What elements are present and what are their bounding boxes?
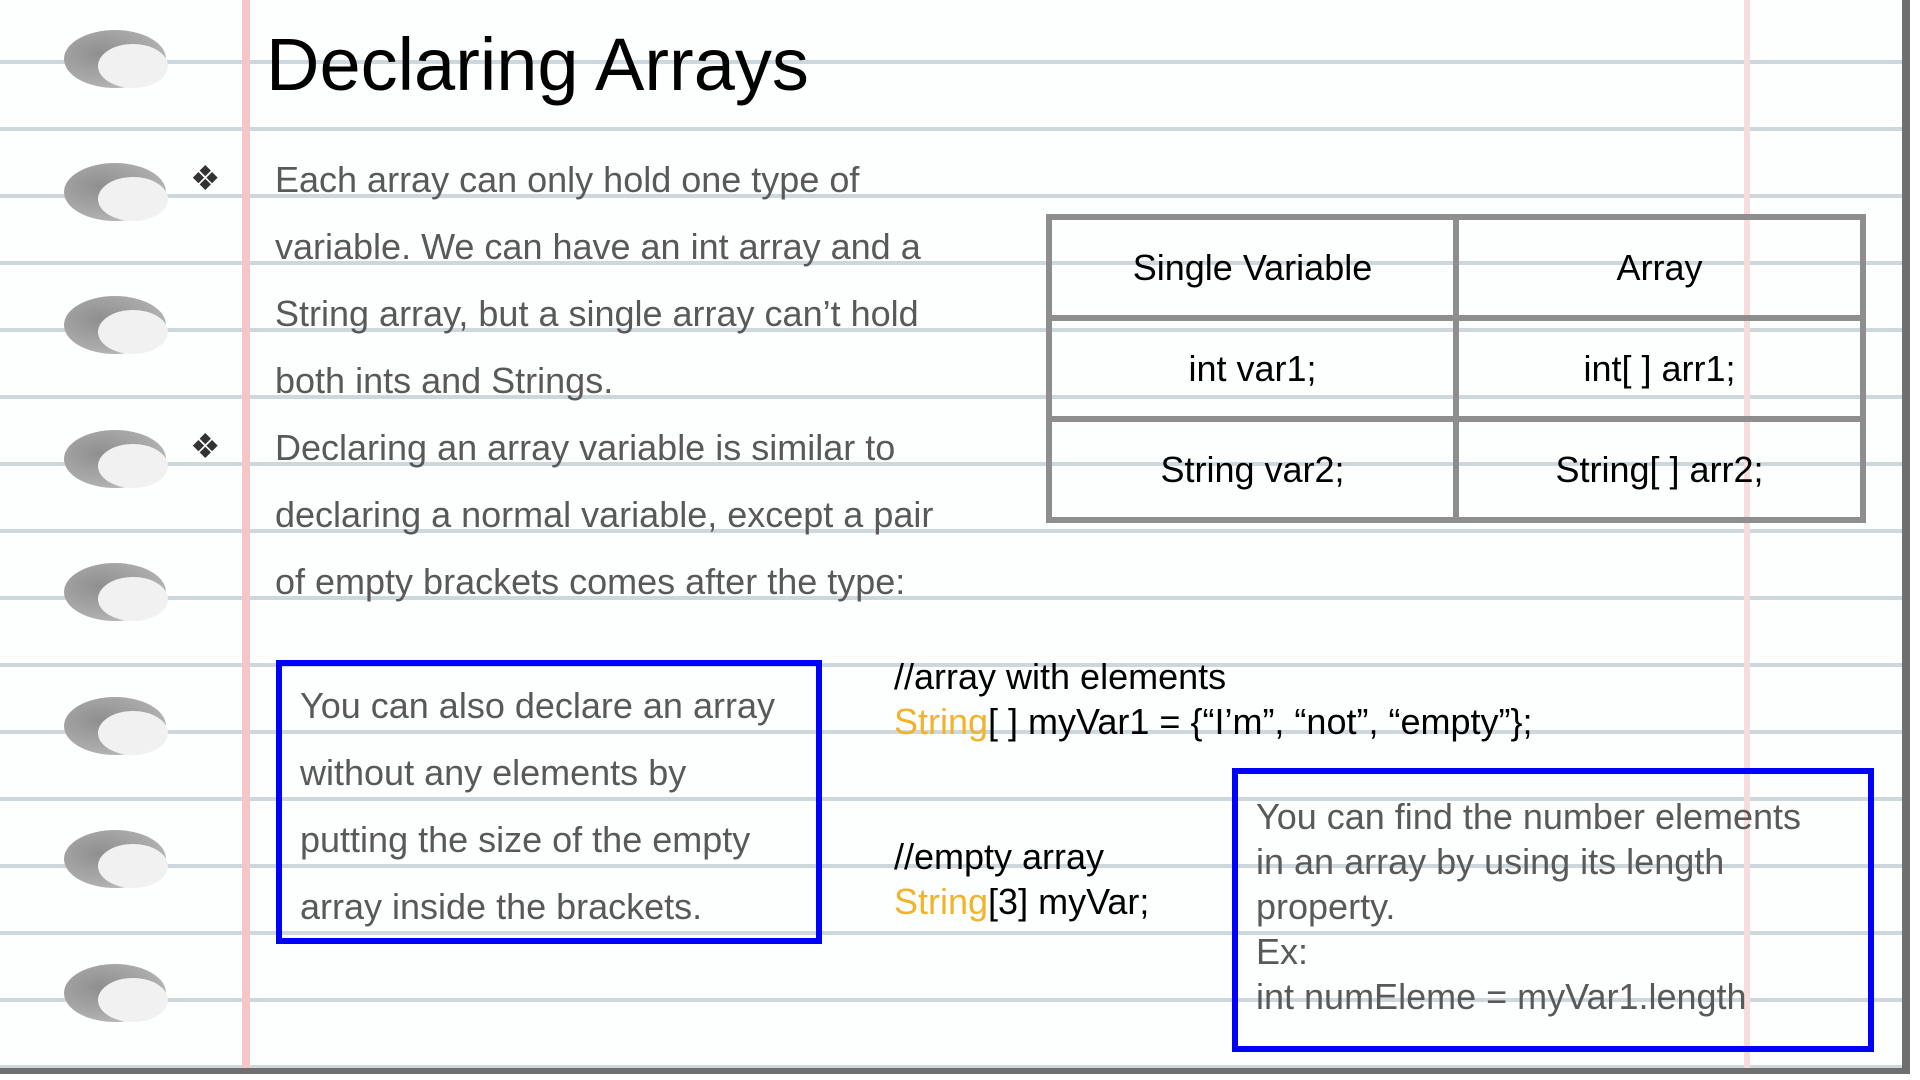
code-line: String[ ] myVar1 = {“I’m”, “not”, “empty… [894,699,1533,744]
binder-hole-icon [64,563,168,621]
binder-hole-icon [64,163,168,221]
bullet-list: ❖ Each array can only hold one type of v… [190,146,970,615]
table-row: String var2; String[ ] arr2; [1046,416,1866,523]
table-header-cell: Single Variable [1046,214,1459,321]
note-line: You can find the number elements [1256,796,1802,837]
code-rest: [ ] myVar1 = {“I’m”, “not”, “empty”}; [988,701,1533,742]
code-example-empty: //empty array String[3] myVar; [894,834,1149,924]
bullet-item: ❖ Declaring an array variable is similar… [190,414,970,615]
diamond-bullet-icon: ❖ [190,160,221,198]
binder-hole-icon [64,430,168,488]
bullet-text: Declaring an array variable is similar t… [275,427,934,602]
binder-hole-icon [64,30,168,88]
table-row: int var1; int[ ] arr1; [1046,315,1866,422]
table-header-row: Single Variable Array [1046,214,1866,321]
table-cell: int var1; [1046,315,1459,422]
bullet-item: ❖ Each array can only hold one type of v… [190,146,970,414]
table-cell: String var2; [1046,416,1459,523]
slide-title: Declaring Arrays [266,23,809,106]
note-line: Ex: [1256,931,1309,972]
diamond-bullet-icon: ❖ [190,428,221,466]
length-property-note-box: You can find the number elements in an a… [1232,768,1874,1052]
code-comment: //array with elements [894,656,1227,697]
comparison-table: Single Variable Array int var1; int[ ] a… [1046,214,1866,523]
table-cell: int[ ] arr1; [1453,315,1866,422]
binder-hole-icon [64,296,168,354]
binder-hole-icon [64,830,168,888]
bullet-text: Each array can only hold one type of var… [275,159,921,401]
table-cell: String[ ] arr2; [1453,416,1866,523]
code-rest: [3] myVar; [988,881,1150,922]
binder-hole-icon [64,964,168,1022]
empty-array-note-box: You can also declare an array without an… [276,660,822,944]
binder-hole-icon [64,697,168,755]
note-line: in an array by using its length [1256,841,1725,882]
note-text: You can also declare an array without an… [300,685,775,927]
table-header-cell: Array [1453,214,1866,321]
note-line: property. [1256,886,1396,927]
code-example-with-elements: //array with elements String[ ] myVar1 =… [894,654,1533,744]
code-keyword: String [894,701,989,742]
code-line: String[3] myVar; [894,879,1149,924]
note-line: int numEleme = myVar1.length [1256,976,1747,1017]
code-keyword: String [894,881,989,922]
code-comment: //empty array [894,836,1105,877]
